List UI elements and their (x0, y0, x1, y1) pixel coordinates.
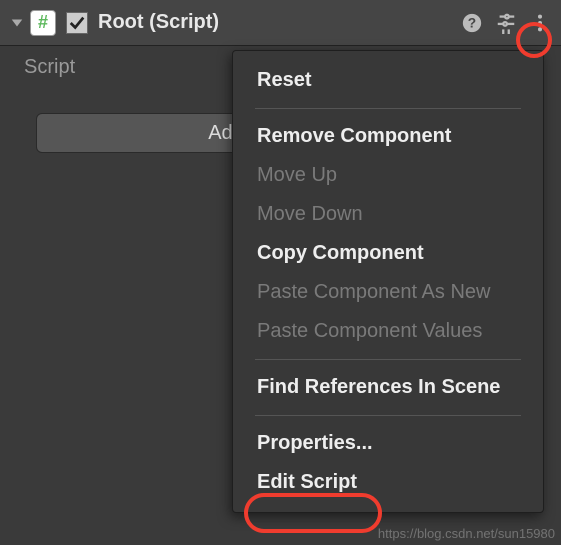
script-file-icon: # (30, 10, 56, 36)
menu-item-move-up: Move Up (255, 156, 521, 195)
component-header: # Root (Script) ? (0, 0, 561, 46)
menu-item-reset[interactable]: Reset (255, 61, 521, 100)
preset-icon[interactable] (495, 12, 517, 34)
component-context-menu: Reset Remove ComponentMove UpMove DownCop… (232, 50, 544, 513)
watermark-text: https://blog.csdn.net/sun15980 (378, 526, 555, 541)
menu-separator (255, 108, 521, 109)
foldout-icon[interactable] (10, 16, 24, 30)
menu-item-paste-component-values: Paste Component Values (255, 312, 521, 351)
menu-item-edit-script[interactable]: Edit Script (255, 463, 521, 502)
component-title: Root (Script) (98, 11, 461, 34)
svg-text:?: ? (468, 15, 476, 30)
menu-separator (255, 359, 521, 360)
menu-separator (255, 415, 521, 416)
menu-item-properties[interactable]: Properties... (255, 424, 521, 463)
menu-item-find-references[interactable]: Find References In Scene (255, 368, 521, 407)
help-icon[interactable]: ? (461, 12, 483, 34)
menu-item-paste-component-as-new: Paste Component As New (255, 273, 521, 312)
menu-item-remove-component[interactable]: Remove Component (255, 117, 521, 156)
menu-item-copy-component[interactable]: Copy Component (255, 234, 521, 273)
menu-item-move-down: Move Down (255, 195, 521, 234)
kebab-menu-icon[interactable] (529, 12, 551, 34)
component-enabled-checkbox[interactable] (66, 12, 88, 34)
script-field-label: Script (24, 56, 75, 79)
